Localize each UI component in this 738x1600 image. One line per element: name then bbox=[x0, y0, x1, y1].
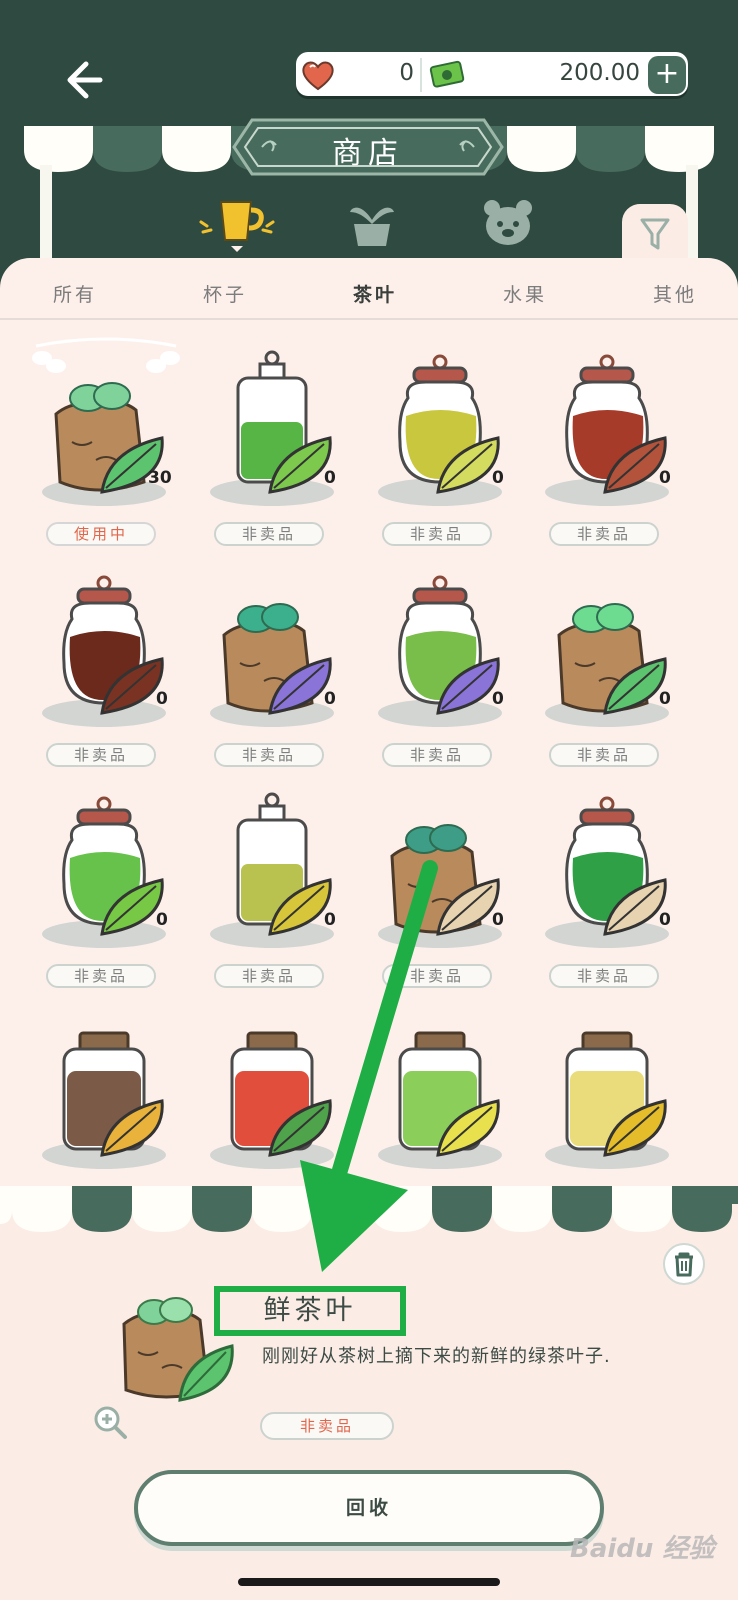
item-status-badge: 非卖品 bbox=[549, 522, 659, 546]
cup-icon bbox=[199, 201, 275, 252]
item-count: 0 bbox=[659, 689, 671, 709]
tab-tea-leaves[interactable]: 茶叶 bbox=[325, 280, 425, 307]
item-status-badge: 非卖品 bbox=[382, 964, 492, 988]
item-image bbox=[545, 1031, 669, 1169]
item-count: 0 bbox=[492, 910, 504, 930]
item-image bbox=[378, 354, 502, 506]
shop-item[interactable]: ▰ 330.00 bbox=[200, 1005, 352, 1215]
item-status-badge: 非卖品 bbox=[214, 964, 324, 988]
shop-item[interactable]: 0 非卖品 bbox=[535, 784, 687, 990]
item-image bbox=[545, 603, 669, 727]
trash-icon bbox=[675, 1252, 693, 1277]
item-count: 30 bbox=[148, 468, 172, 488]
item-status-badge: 非卖品 bbox=[549, 743, 659, 767]
item-image bbox=[545, 354, 669, 506]
item-count: 0 bbox=[659, 910, 671, 930]
tab-all[interactable]: 所有 bbox=[25, 280, 125, 307]
back-button[interactable] bbox=[58, 52, 114, 108]
item-image bbox=[378, 1031, 502, 1169]
bear-icon bbox=[484, 200, 532, 245]
item-status-badge: 非卖品 bbox=[214, 743, 324, 767]
detail-status-badge: 非卖品 bbox=[260, 1412, 394, 1440]
category-plants[interactable] bbox=[342, 196, 402, 250]
item-count: 0 bbox=[324, 468, 336, 488]
shop-item[interactable]: 0 非卖品 bbox=[200, 342, 352, 548]
recycle-button[interactable]: 回收 bbox=[134, 1470, 604, 1546]
item-count: 0 bbox=[324, 910, 336, 930]
category-bears[interactable] bbox=[478, 196, 538, 250]
shop-item[interactable]: 0 非卖品 bbox=[535, 342, 687, 548]
tab-others[interactable]: 其他 bbox=[625, 280, 725, 307]
item-image bbox=[42, 1031, 166, 1169]
tabs-divider bbox=[0, 318, 738, 320]
item-status-badge: 非卖品 bbox=[46, 964, 156, 988]
awning-bottom bbox=[0, 1186, 738, 1232]
item-count: 0 bbox=[659, 468, 671, 488]
heart-icon bbox=[300, 58, 336, 92]
currency-divider bbox=[420, 58, 422, 92]
item-image bbox=[42, 575, 166, 727]
item-count: 0 bbox=[156, 910, 168, 930]
shop-item[interactable]: 30 使用中 bbox=[32, 342, 184, 548]
stall-post-left bbox=[40, 165, 52, 265]
item-count: 0 bbox=[156, 689, 168, 709]
item-image bbox=[210, 350, 334, 506]
item-image bbox=[545, 796, 669, 948]
add-money-button[interactable]: + bbox=[648, 56, 686, 94]
home-indicator[interactable] bbox=[238, 1578, 500, 1586]
shop-item[interactable]: 0 非卖品 bbox=[32, 563, 184, 769]
item-status-badge: 非卖品 bbox=[214, 522, 324, 546]
item-image bbox=[378, 575, 502, 727]
watermark: Baidu 经验 bbox=[570, 1534, 715, 1564]
arrow-left-icon bbox=[67, 61, 103, 99]
shop-item[interactable]: 0 非卖品 bbox=[368, 342, 520, 548]
shop-item[interactable]: ▰ 330.00 bbox=[535, 1005, 687, 1215]
shop-item[interactable]: ▰ 330.00 bbox=[368, 1005, 520, 1215]
delete-button[interactable] bbox=[663, 1243, 705, 1285]
tab-cups[interactable]: 杯子 bbox=[175, 280, 275, 307]
item-count: 0 bbox=[492, 468, 504, 488]
item-image bbox=[378, 824, 502, 948]
tab-fruits[interactable]: 水果 bbox=[475, 280, 575, 307]
funnel-icon bbox=[640, 218, 670, 250]
item-status-badge: 非卖品 bbox=[46, 743, 156, 767]
item-count: 0 bbox=[324, 689, 336, 709]
item-image bbox=[210, 603, 334, 727]
zoom-button[interactable] bbox=[90, 1402, 130, 1442]
zoom-in-icon bbox=[94, 1406, 127, 1439]
shop-item[interactable]: 0 非卖品 bbox=[200, 563, 352, 769]
item-status-badge: 非卖品 bbox=[549, 964, 659, 988]
item-image bbox=[210, 1031, 334, 1169]
shop-item[interactable]: 0 非卖品 bbox=[368, 784, 520, 990]
page-title: 商店 bbox=[332, 136, 404, 171]
money-amount: 200.00 bbox=[559, 60, 640, 86]
item-image bbox=[42, 382, 166, 506]
shop-item[interactable]: ▰ 270.00 bbox=[32, 1005, 184, 1215]
money-icon bbox=[428, 58, 468, 92]
item-status-badge: 使用中 bbox=[46, 522, 156, 546]
category-cups[interactable] bbox=[192, 196, 275, 252]
filter-button[interactable] bbox=[622, 204, 688, 266]
item-image bbox=[42, 796, 166, 948]
shop-item[interactable]: 0 非卖品 bbox=[200, 784, 352, 990]
detail-item-name: 鲜茶叶 bbox=[214, 1286, 406, 1336]
item-count: 0 bbox=[492, 689, 504, 709]
detail-item-description: 刚刚好从茶树上摘下来的新鲜的绿茶叶子. bbox=[262, 1346, 611, 1367]
item-image bbox=[210, 792, 334, 948]
heart-count: 0 bbox=[399, 60, 414, 86]
shop-item[interactable]: 0 非卖品 bbox=[32, 784, 184, 990]
shop-item[interactable]: 0 非卖品 bbox=[535, 563, 687, 769]
plant-pot-icon bbox=[350, 207, 394, 246]
shop-item[interactable]: 0 非卖品 bbox=[368, 563, 520, 769]
item-status-badge: 非卖品 bbox=[382, 743, 492, 767]
item-status-badge: 非卖品 bbox=[382, 522, 492, 546]
